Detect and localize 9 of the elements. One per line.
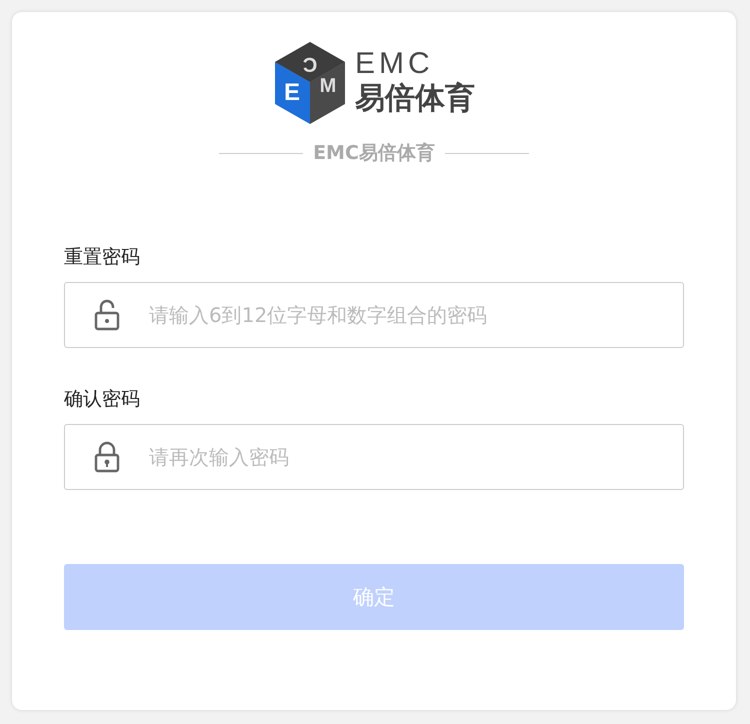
- logo-wordmark: EMC: [355, 48, 435, 80]
- field-label: 确认密码: [64, 387, 140, 412]
- logo-name: 易倍体育: [355, 80, 475, 118]
- password-field[interactable]: 请输入6到12位字母和数字组合的密码: [64, 282, 684, 348]
- field-label: 重置密码: [64, 245, 140, 270]
- password-field[interactable]: 请再次输入密码: [64, 424, 684, 490]
- lock-icon: [92, 441, 122, 473]
- unlocked-lock-icon: [92, 299, 122, 331]
- brand-name: EMC易倍体育: [313, 141, 435, 166]
